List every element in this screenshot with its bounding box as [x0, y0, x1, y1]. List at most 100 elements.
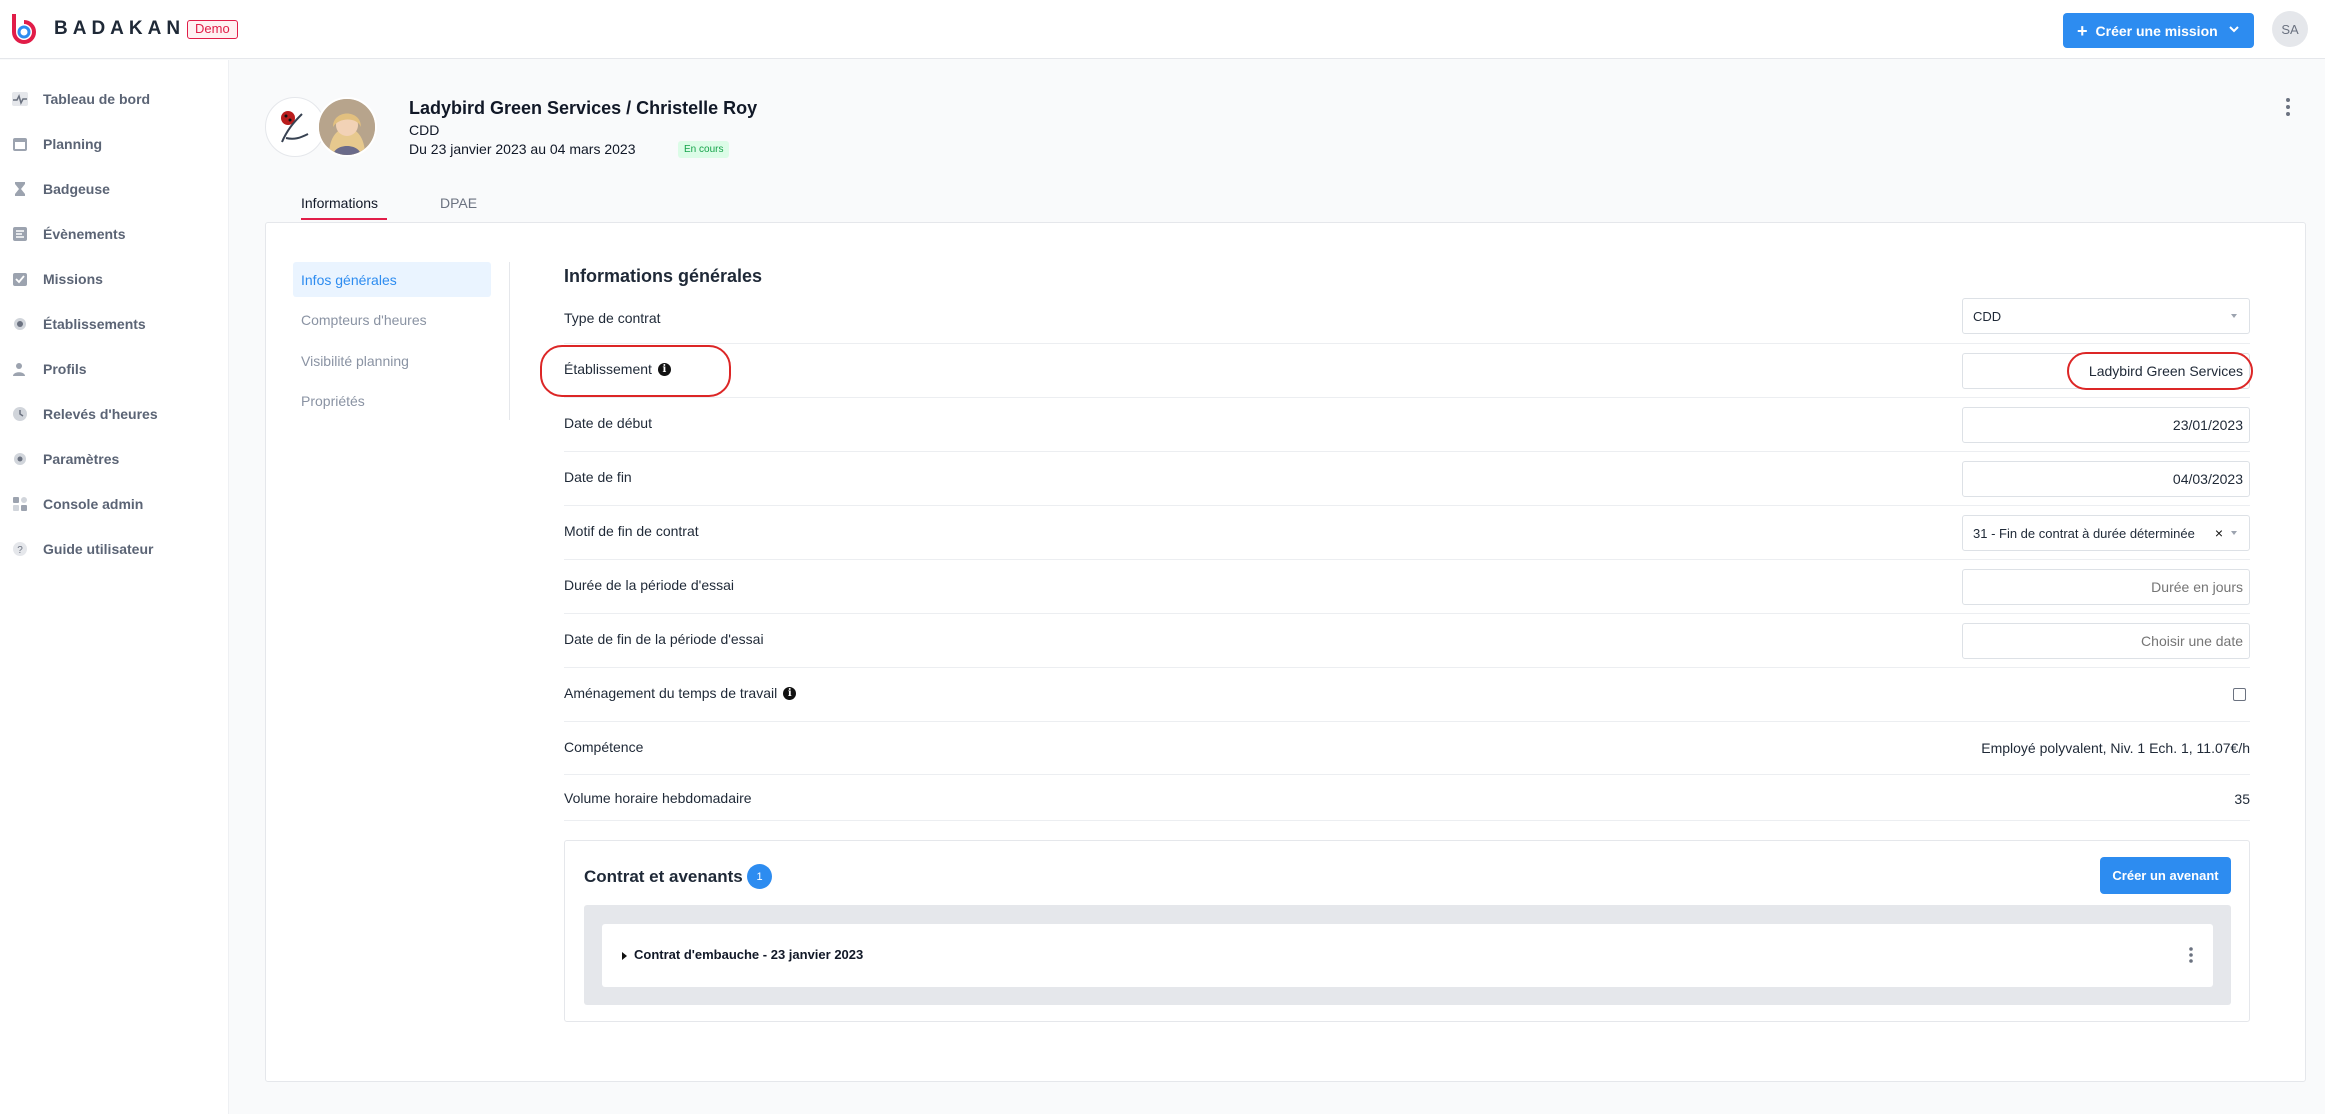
sidebar-item-events[interactable]: Évènements: [0, 214, 229, 254]
sidebar-item-label: Guide utilisateur: [43, 541, 154, 557]
sidebar-item-timesheets[interactable]: Relevés d'heures: [0, 394, 229, 434]
subnav-hour-counters[interactable]: Compteurs d'heures: [293, 302, 491, 337]
trial-end-date-input[interactable]: [1962, 623, 2250, 659]
row-contract-type: Type de contrat CDD: [564, 295, 2250, 344]
status-badge: En cours: [678, 141, 730, 158]
contracts-title: Contrat et avenants: [584, 867, 743, 886]
sidebar-item-badgeuse[interactable]: Badgeuse: [0, 169, 229, 209]
sidebar-item-establishments[interactable]: Établissements: [0, 304, 229, 344]
demo-badge: Demo: [187, 20, 238, 39]
calendar-icon: [13, 138, 27, 151]
badakan-logo-icon[interactable]: [8, 12, 38, 46]
company-logo: [265, 97, 325, 157]
contract-item-label: Contrat d'embauche - 23 janvier 2023: [634, 947, 864, 962]
subnav-properties[interactable]: Propriétés: [293, 383, 491, 418]
row-label: Volume horaire hebdomadaire: [564, 790, 752, 806]
more-options-icon[interactable]: [2185, 945, 2197, 965]
start-date-value: 23/01/2023: [2172, 417, 2243, 433]
work-time-checkbox[interactable]: [2233, 688, 2246, 701]
section-title: Informations générales: [564, 266, 763, 286]
hourglass-icon: [15, 182, 25, 196]
competence-value: Employé polyvalent, Niv. 1 Ech. 1, 11.07…: [1981, 740, 2250, 756]
sidebar-item-label: Missions: [43, 271, 103, 287]
building-icon: [14, 318, 26, 330]
list-item[interactable]: Contrat d'embauche - 23 janvier 2023: [602, 924, 2213, 987]
clear-icon[interactable]: ×: [2215, 525, 2223, 541]
sidebar-item-dashboard[interactable]: Tableau de bord: [0, 79, 229, 119]
sidebar-item-missions[interactable]: Missions: [0, 259, 229, 299]
sidebar-item-label: Évènements: [43, 226, 126, 242]
annotation-highlight-value: [2067, 352, 2253, 390]
sidebar: Tableau de bord Planning Badgeuse Évènem…: [0, 60, 229, 1114]
subnav-general-info[interactable]: Infos générales: [293, 262, 491, 297]
row-work-time: Aménagement du temps de travail i: [564, 668, 2250, 722]
row-label: Date de fin: [564, 469, 632, 485]
annotation-highlight-label: [540, 345, 731, 397]
info-icon[interactable]: i: [783, 686, 797, 700]
row-competence: Compétence Employé polyvalent, Niv. 1 Ec…: [564, 722, 2250, 775]
gear-icon: [14, 453, 26, 465]
list-icon: [13, 227, 27, 241]
sidebar-item-profiles[interactable]: Profils: [0, 349, 229, 389]
contract-type-select[interactable]: CDD: [1962, 298, 2250, 334]
contract-type-value: CDD: [1973, 308, 2002, 324]
end-reason-select[interactable]: 31 - Fin de contrat à durée déterminée ×: [1962, 515, 2250, 551]
user-avatar[interactable]: SA: [2272, 11, 2308, 47]
sidebar-item-label: Console admin: [43, 496, 144, 512]
sidebar-item-user-guide[interactable]: ? Guide utilisateur: [0, 529, 229, 569]
tab-dpae[interactable]: DPAE: [440, 195, 477, 211]
help-icon: ?: [13, 542, 27, 556]
tab-informations[interactable]: Informations: [301, 195, 378, 211]
sidebar-item-label: Planning: [43, 136, 103, 152]
start-date-field[interactable]: 23/01/2023: [1962, 407, 2250, 443]
subnav-divider: [509, 262, 510, 420]
subnav-planning-visibility[interactable]: Visibilité planning: [293, 343, 491, 378]
create-mission-button[interactable]: + Créer une mission: [2063, 13, 2254, 48]
more-options-icon[interactable]: [2280, 95, 2296, 119]
svg-text:?: ?: [17, 545, 23, 556]
pulse-icon: [12, 92, 28, 106]
ladybird-logo-icon: [281, 111, 309, 143]
grid-icon: [13, 497, 27, 511]
end-date-field[interactable]: 04/03/2023: [1962, 461, 2250, 497]
sidebar-item-label: Profils: [43, 361, 87, 377]
plus-icon: +: [2077, 20, 2088, 41]
employee-photo: [319, 99, 375, 155]
sidebar-item-label: Relevés d'heures: [43, 406, 158, 422]
sidebar-item-admin-console[interactable]: Console admin: [0, 484, 229, 524]
expand-triangle-icon[interactable]: [622, 952, 627, 960]
row-label: Motif de fin de contrat: [564, 523, 699, 539]
sidebar-item-label: Badgeuse: [43, 181, 110, 197]
row-label: Date de début: [564, 415, 652, 431]
check-calendar-icon: [13, 273, 27, 286]
sidebar-item-label: Établissements: [43, 316, 146, 332]
contracts-list: Contrat d'embauche - 23 janvier 2023: [584, 905, 2231, 1005]
row-label: Type de contrat: [564, 310, 661, 326]
row-end-reason: Motif de fin de contrat 31 - Fin de cont…: [564, 506, 2250, 560]
row-weekly-volume: Volume horaire hebdomadaire 35: [564, 775, 2250, 821]
sidebar-item-planning[interactable]: Planning: [0, 124, 229, 164]
caret-down-icon: [2231, 531, 2237, 535]
contract-dates: Du 23 janvier 2023 au 04 mars 2023: [409, 141, 636, 157]
create-mission-label: Créer une mission: [2095, 22, 2218, 39]
employee-avatar: [317, 97, 377, 157]
clock-icon: [13, 407, 27, 421]
row-label: Date de fin de la période d'essai: [564, 631, 764, 647]
contracts-count-badge: 1: [747, 864, 772, 889]
contract-type-text: CDD: [409, 122, 440, 138]
sidebar-item-settings[interactable]: Paramètres: [0, 439, 229, 479]
chevron-down-icon[interactable]: [2228, 23, 2240, 35]
weekly-volume-value: 35: [2234, 791, 2250, 807]
create-amendment-button[interactable]: Créer un avenant: [2100, 857, 2231, 894]
end-reason-value: 31 - Fin de contrat à durée déterminée: [1973, 525, 2195, 541]
trial-duration-input[interactable]: [1962, 569, 2250, 605]
row-start-date: Date de début 23/01/2023: [564, 398, 2250, 452]
top-bar: BADAKAN Demo + Créer une mission SA: [0, 0, 2325, 59]
row-establishment: Établissement i Ladybird Green Services: [564, 344, 2250, 398]
row-label: Durée de la période d'essai: [564, 577, 735, 593]
end-date-value: 04/03/2023: [2172, 471, 2243, 487]
contracts-panel: Contrat et avenants 1 Créer un avenant C…: [564, 840, 2250, 1022]
row-label: Compétence: [564, 739, 644, 755]
row-trial-duration: Durée de la période d'essai: [564, 560, 2250, 614]
sidebar-item-label: Paramètres: [43, 451, 120, 467]
